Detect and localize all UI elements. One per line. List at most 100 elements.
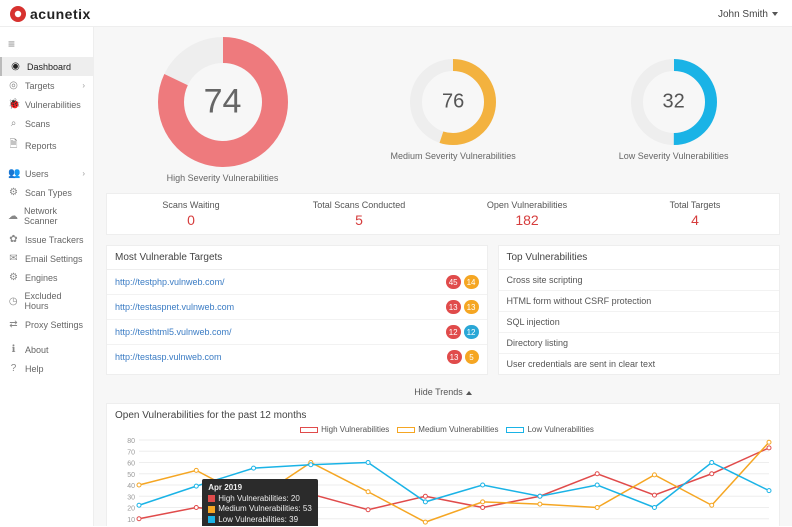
vulnerability-row[interactable]: SQL injection — [499, 312, 780, 333]
user-name: John Smith — [718, 9, 768, 20]
sidebar-item-label: Excluded Hours — [24, 291, 85, 311]
hide-trends-toggle[interactable]: Hide Trends — [106, 383, 780, 403]
sidebar-item-reports[interactable]: 🗎Reports — [0, 133, 93, 158]
chevron-right-icon: › — [82, 81, 85, 90]
users-icon: 👥 — [8, 168, 19, 179]
target-row[interactable]: http://testaspnet.vulnweb.com1313 — [107, 295, 487, 320]
count-badge: 13 — [447, 350, 462, 364]
stat-value: 182 — [447, 212, 607, 228]
brand-logo: acunetix — [10, 6, 91, 22]
sidebar-item-users[interactable]: 👥Users› — [0, 164, 93, 183]
ring-value: 76 — [442, 91, 464, 114]
vulnerability-name: SQL injection — [507, 317, 560, 327]
sidebar-item-targets[interactable]: ◎Targets› — [0, 76, 93, 95]
stats-strip: Scans Waiting 0Total Scans Conducted 5Op… — [106, 193, 780, 235]
stat-label: Scans Waiting — [111, 200, 271, 210]
legend-swatch — [300, 427, 318, 433]
chart-tooltip: Apr 2019High Vulnerabilities: 20Medium V… — [202, 479, 318, 526]
sidebar-item-label: Users — [25, 169, 49, 179]
user-menu[interactable]: John Smith — [718, 9, 778, 20]
sidebar-item-issue-trackers[interactable]: ✿ Issue Trackers — [0, 230, 93, 249]
target-row[interactable]: http://testasp.vulnweb.com135 — [107, 345, 487, 369]
severity-ring-1: 76 Medium Severity Vulnerabilities — [391, 59, 516, 161]
sidebar-item-label: Scan Types — [25, 188, 72, 198]
sidebar-item-excluded-hours[interactable]: ◷ Excluded Hours — [0, 287, 93, 315]
legend-swatch — [506, 427, 524, 433]
vulnerability-row[interactable]: Directory listing — [499, 333, 780, 354]
tooltip-title: Apr 2019 — [208, 483, 312, 493]
svg-text:50: 50 — [127, 472, 135, 479]
network-icon: ☁ — [8, 211, 18, 222]
report-icon: 🗎 — [8, 137, 19, 154]
sidebar-item-label: Proxy Settings — [25, 320, 83, 330]
target-url: http://testhtml5.vulnweb.com/ — [115, 327, 446, 337]
count-badge: 12 — [446, 325, 461, 339]
sidebar-item-label: Email Settings — [25, 254, 83, 264]
target-row[interactable]: http://testhtml5.vulnweb.com/1212 — [107, 320, 487, 345]
proxy-icon: ⇄ — [8, 319, 19, 330]
clock-icon: ◷ — [8, 296, 18, 307]
legend-label: High Vulnerabilities — [321, 425, 389, 434]
stat-open-vulnerabilities: Open Vulnerabilities 182 — [443, 194, 611, 234]
email-icon: ✉ — [8, 253, 19, 264]
about-icon: ℹ — [8, 344, 19, 355]
issue-icon: ✿ — [8, 234, 19, 245]
ring-label: Low Severity Vulnerabilities — [619, 151, 729, 161]
stat-value: 0 — [111, 212, 271, 228]
sidebar-item-proxy-settings[interactable]: ⇄ Proxy Settings — [0, 315, 93, 334]
ring-value: 74 — [204, 83, 242, 122]
sidebar-toggle[interactable]: ≡ — [0, 31, 93, 57]
scan-icon: ⌕ — [8, 118, 19, 129]
svg-text:20: 20 — [127, 506, 135, 513]
target-row[interactable]: http://testphp.vulnweb.com/4514 — [107, 270, 487, 295]
brand-mark-icon — [10, 6, 26, 22]
legend-label: Low Vulnerabilities — [527, 425, 593, 434]
ring-gauge: 32 — [631, 59, 717, 145]
trends-chart: Open Vulnerabilities for the past 12 mon… — [106, 403, 780, 526]
sidebar-item-help[interactable]: ? Help — [0, 359, 93, 378]
sidebar-item-network-scanner[interactable]: ☁Network Scanner — [0, 202, 93, 230]
svg-text:30: 30 — [127, 494, 135, 501]
sidebar-item-vulnerabilities[interactable]: 🐞Vulnerabilities — [0, 95, 93, 114]
vulnerability-name: HTML form without CSRF protection — [507, 296, 652, 306]
sidebar-item-label: Issue Trackers — [25, 235, 84, 245]
sidebar-item-label: About — [25, 345, 49, 355]
most-vulnerable-panel: Most Vulnerable Targets http://testphp.v… — [106, 245, 488, 375]
count-badge: 13 — [446, 300, 461, 314]
ring-value: 32 — [662, 91, 684, 114]
stat-total-scans-conducted: Total Scans Conducted 5 — [275, 194, 443, 234]
sidebar-item-engines[interactable]: ⚙ Engines — [0, 268, 93, 287]
sidebar-item-label: Dashboard — [27, 62, 71, 72]
engine-icon: ⚙ — [8, 272, 19, 283]
tooltip-line: Medium Vulnerabilities: 53 — [208, 504, 312, 514]
sidebar-item-label: Vulnerabilities — [25, 100, 81, 110]
sidebar-item-email-settings[interactable]: ✉ Email Settings — [0, 249, 93, 268]
sidebar-item-label: Engines — [25, 273, 58, 283]
sidebar-item-scan-types[interactable]: ⚙Scan Types — [0, 183, 93, 202]
legend-swatch — [397, 427, 415, 433]
stat-total-targets: Total Targets 4 — [611, 194, 779, 234]
svg-text:40: 40 — [127, 483, 135, 490]
stat-scans-waiting: Scans Waiting 0 — [107, 194, 275, 234]
sidebar-item-about[interactable]: ℹ About — [0, 340, 93, 359]
app-header: acunetix John Smith — [0, 0, 792, 27]
vulnerability-row[interactable]: User credentials are sent in clear text — [499, 354, 780, 374]
count-badge: 14 — [464, 275, 479, 289]
chart-title: Open Vulnerabilities for the past 12 mon… — [115, 410, 771, 421]
vulnerability-row[interactable]: Cross site scripting — [499, 270, 780, 291]
dashboard-icon: ◉ — [10, 61, 21, 72]
stat-value: 4 — [615, 212, 775, 228]
sidebar-item-scans[interactable]: ⌕ Scans — [0, 114, 93, 133]
sidebar-item-label: Scans — [25, 119, 50, 129]
vulnerability-name: User credentials are sent in clear text — [507, 359, 656, 369]
help-icon: ? — [8, 363, 19, 374]
target-icon: ◎ — [8, 80, 19, 91]
caret-down-icon — [772, 12, 778, 16]
panel-title: Top Vulnerabilities — [499, 246, 780, 270]
caret-up-icon — [466, 391, 472, 395]
ring-gauge: 76 — [410, 59, 496, 145]
sidebar-item-dashboard[interactable]: ◉ Dashboard — [0, 57, 93, 76]
target-url: http://testphp.vulnweb.com/ — [115, 277, 446, 287]
sidebar-item-label: Help — [25, 364, 44, 374]
vulnerability-row[interactable]: HTML form without CSRF protection — [499, 291, 780, 312]
